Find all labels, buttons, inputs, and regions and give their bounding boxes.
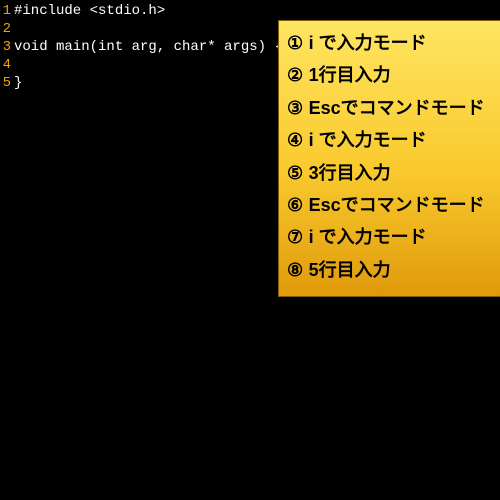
instruction-item: ③Escでコマンドモード <box>287 92 500 124</box>
line-number: 4 <box>0 56 14 74</box>
step-number-icon: ② <box>287 59 309 91</box>
code-text: } <box>14 74 22 92</box>
step-text: i で入力モード <box>309 130 427 150</box>
step-number-icon: ③ <box>287 92 309 124</box>
step-text: i で入力モード <box>309 33 427 53</box>
line-number: 3 <box>0 38 14 56</box>
step-text: 5行目入力 <box>309 260 391 280</box>
step-text: Escでコマンドモード <box>309 98 485 118</box>
code-text: #include <stdio.h> <box>14 2 165 20</box>
instruction-item: ⑧5行目入力 <box>287 254 500 286</box>
step-text: 3行目入力 <box>309 163 391 183</box>
step-text: 1行目入力 <box>309 65 391 85</box>
instruction-item: ⑤3行目入力 <box>287 157 500 189</box>
line-number: 1 <box>0 2 14 20</box>
line-number: 2 <box>0 20 14 38</box>
instruction-item: ⑦i で入力モード <box>287 221 500 253</box>
instruction-item: ④i で入力モード <box>287 124 500 156</box>
step-number-icon: ⑥ <box>287 189 309 221</box>
code-line: 1 #include <stdio.h> <box>0 2 500 20</box>
instruction-item: ②1行目入力 <box>287 59 500 91</box>
line-number: 5 <box>0 74 14 92</box>
step-text: Escでコマンドモード <box>309 195 485 215</box>
step-number-icon: ⑤ <box>287 157 309 189</box>
step-number-icon: ④ <box>287 124 309 156</box>
code-text: void main(int arg, char* args) { <box>14 38 283 56</box>
instruction-item: ①i で入力モード <box>287 27 500 59</box>
step-number-icon: ⑦ <box>287 221 309 253</box>
instruction-item: ⑥Escでコマンドモード <box>287 189 500 221</box>
step-number-icon: ① <box>287 27 309 59</box>
step-number-icon: ⑧ <box>287 254 309 286</box>
instruction-overlay: ①i で入力モード ②1行目入力 ③Escでコマンドモード ④i で入力モード … <box>278 20 500 297</box>
step-text: i で入力モード <box>309 227 427 247</box>
